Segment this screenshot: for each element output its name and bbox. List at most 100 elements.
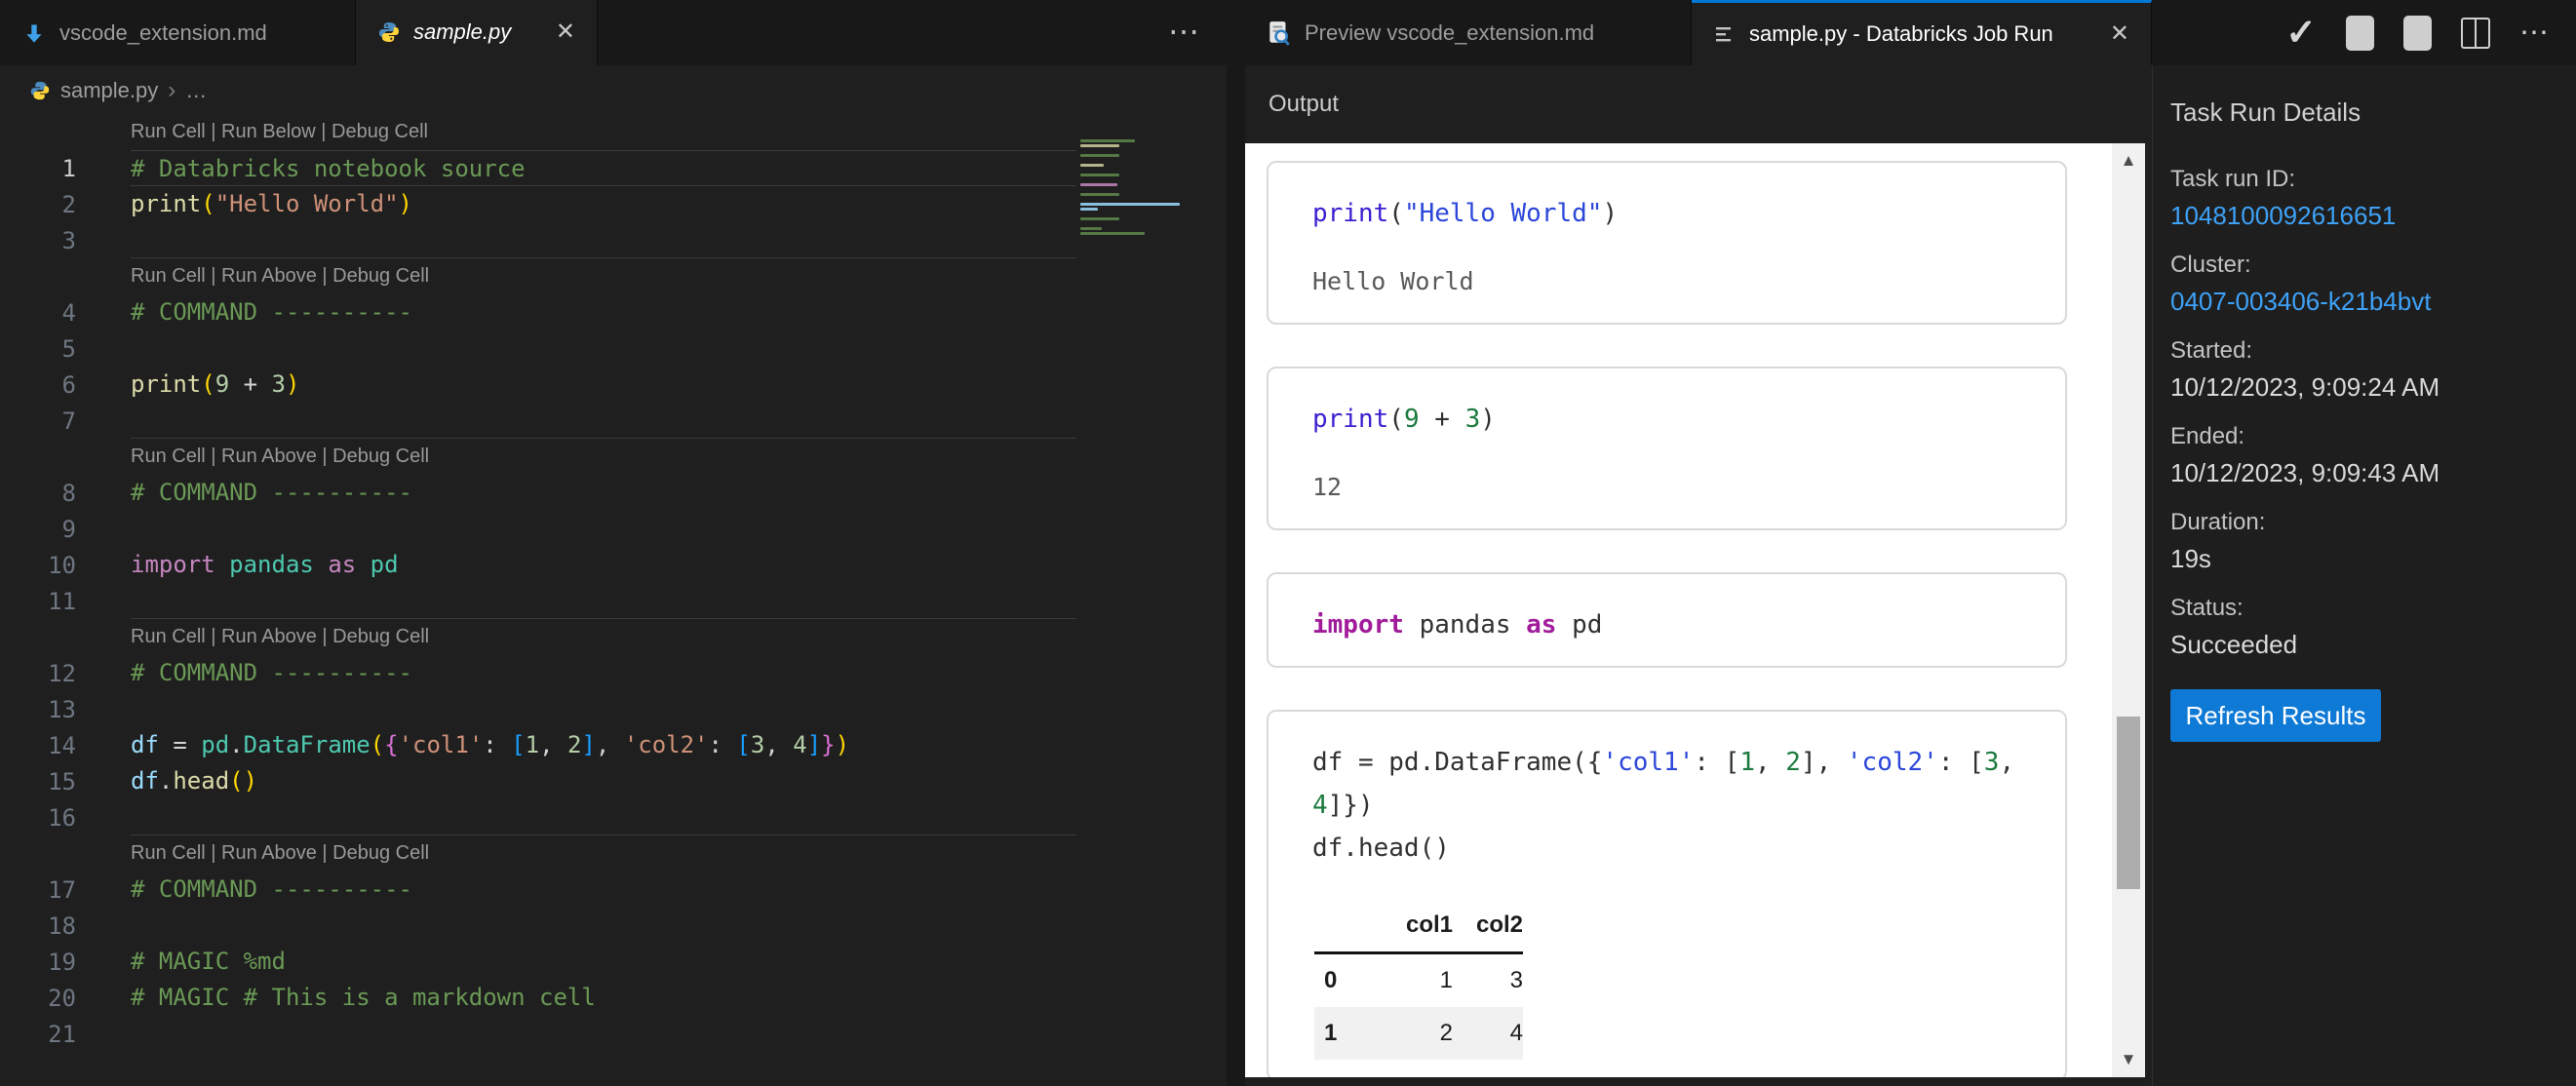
code-text[interactable]: # MAGIC # This is a markdown cell bbox=[131, 980, 1076, 1016]
code-line[interactable]: 9 bbox=[0, 511, 1076, 547]
output-cell: print(9 + 3)12 bbox=[1267, 367, 2067, 530]
minimap-line bbox=[1080, 183, 1117, 186]
line-number: 8 bbox=[0, 480, 76, 507]
code-text[interactable]: # COMMAND ---------- bbox=[131, 475, 1076, 511]
tab-vscode-extension-md[interactable]: vscode_extension.md bbox=[0, 0, 356, 65]
code-text[interactable]: # COMMAND ---------- bbox=[131, 655, 1076, 691]
breadcrumb-symbol-more[interactable]: … bbox=[185, 78, 207, 103]
code-editor[interactable]: Run Cell | Run Below | Debug Cell 1 # Data… bbox=[0, 114, 1076, 1086]
code-line[interactable]: 2print("Hello World") bbox=[0, 186, 1076, 222]
codelens-actions[interactable]: Run Cell | Run Above | Debug Cell bbox=[131, 835, 1076, 872]
code-text[interactable]: import pandas as pd bbox=[131, 547, 1076, 583]
code-text[interactable]: # MAGIC %md bbox=[131, 944, 1076, 980]
square-icon[interactable] bbox=[2403, 16, 2432, 51]
refresh-results-button[interactable]: Refresh Results bbox=[2170, 689, 2381, 742]
minimap[interactable] bbox=[1076, 139, 1188, 276]
code-text[interactable] bbox=[131, 403, 1076, 439]
minimap-line bbox=[1080, 193, 1119, 196]
code-line[interactable]: 10import pandas as pd bbox=[0, 547, 1076, 583]
close-icon[interactable]: ✕ bbox=[556, 20, 575, 44]
code-line[interactable]: 16 bbox=[0, 799, 1076, 835]
code-line[interactable]: 1 # Databricks notebook source bbox=[0, 150, 1076, 186]
scrollbar-thumb[interactable] bbox=[2117, 717, 2140, 889]
minimap-line bbox=[1080, 139, 1135, 142]
code-line[interactable]: 4# COMMAND ---------- bbox=[0, 294, 1076, 330]
code-line[interactable]: 17# COMMAND ---------- bbox=[0, 872, 1076, 908]
table-cell: 3 bbox=[1453, 953, 1523, 1008]
codelens-actions[interactable]: Run Cell | Run Above | Debug Cell bbox=[131, 619, 1076, 655]
codelens-row[interactable]: Run Cell | Run Above | Debug Cell bbox=[0, 835, 1076, 872]
split-editor-icon[interactable] bbox=[2461, 18, 2490, 49]
cell-output-text: Hello World bbox=[1312, 260, 2021, 303]
code-text[interactable] bbox=[131, 908, 1076, 944]
code-line[interactable]: 20# MAGIC # This is a markdown cell bbox=[0, 980, 1076, 1016]
code-text[interactable] bbox=[131, 691, 1076, 727]
editor-group-more-icon[interactable]: ⋯ bbox=[1168, 0, 1201, 62]
codelens-row[interactable]: Run Cell | Run Above | Debug Cell bbox=[0, 258, 1076, 294]
code-line[interactable]: 12# COMMAND ---------- bbox=[0, 655, 1076, 691]
line-number: 15 bbox=[0, 768, 76, 795]
line-number: 13 bbox=[0, 696, 76, 723]
output-scrollbar[interactable]: ▲ ▼ bbox=[2112, 143, 2145, 1077]
chevron-right-icon: › bbox=[168, 77, 176, 104]
task-field-value-link[interactable]: 1048100092616651 bbox=[2170, 196, 2556, 235]
line-number: 1 bbox=[0, 155, 76, 182]
code-text[interactable] bbox=[131, 330, 1076, 367]
code-line[interactable]: 14df = pd.DataFrame({'col1': [1, 2], 'co… bbox=[0, 727, 1076, 763]
code-text[interactable] bbox=[131, 1016, 1076, 1052]
scroll-up-icon[interactable]: ▲ bbox=[2112, 151, 2145, 171]
table-row: 124 bbox=[1314, 1007, 1523, 1060]
code-text[interactable]: print("Hello World") bbox=[131, 186, 1076, 222]
code-line[interactable]: 18 bbox=[0, 908, 1076, 944]
check-icon[interactable]: ✓ bbox=[2285, 15, 2317, 52]
scroll-down-icon[interactable]: ▼ bbox=[2112, 1050, 2145, 1069]
code-text[interactable] bbox=[131, 511, 1076, 547]
code-text[interactable] bbox=[131, 222, 1076, 258]
code-text[interactable]: df = pd.DataFrame({'col1': [1, 2], 'col2… bbox=[131, 727, 1076, 763]
code-text[interactable]: print(9 + 3) bbox=[131, 367, 1076, 403]
code-line[interactable]: 7 bbox=[0, 403, 1076, 439]
code-line[interactable]: 8 # COMMAND ---------- bbox=[0, 475, 1076, 511]
code-line[interactable]: 11 bbox=[0, 583, 1076, 619]
code-line[interactable]: 3 bbox=[0, 222, 1076, 258]
table-cell: 1 bbox=[1383, 953, 1453, 1008]
code-line[interactable]: 21 bbox=[0, 1016, 1076, 1052]
code-line[interactable]: 6print(9 + 3) bbox=[0, 367, 1076, 403]
cell-code-line: import pandas as pd bbox=[1312, 603, 2021, 646]
code-text[interactable]: # COMMAND ---------- bbox=[131, 294, 1076, 330]
codelens-row[interactable]: Run Cell | Run Above | Debug Cell bbox=[0, 439, 1076, 475]
code-text[interactable]: # COMMAND ---------- bbox=[131, 872, 1076, 908]
tab-sample-py[interactable]: sample.py ✕ bbox=[356, 0, 598, 65]
codelens-row[interactable]: Run Cell | Run Above | Debug Cell bbox=[0, 619, 1076, 655]
task-field: Status:Succeeded bbox=[2170, 592, 2556, 664]
cell-code-line: df = pd.DataFrame({'col1': [1, 2], 'col2… bbox=[1312, 741, 2021, 784]
cell-code-line: print(9 + 3) bbox=[1312, 398, 2021, 441]
more-actions-icon[interactable]: ⋯ bbox=[2519, 19, 2551, 48]
tab-preview-vscode-extension-md[interactable]: Preview vscode_extension.md bbox=[1245, 0, 1692, 65]
code-text[interactable] bbox=[131, 583, 1076, 619]
markdown-down-arrow-icon bbox=[21, 20, 47, 46]
codelens-row[interactable]: Run Cell | Run Below | Debug Cell bbox=[0, 114, 1076, 150]
codelens-actions[interactable]: Run Cell | Run Above | Debug Cell bbox=[131, 439, 1076, 475]
task-field-value-link[interactable]: 0407-003406-k21b4bvt bbox=[2170, 282, 2556, 321]
editor-group-sash[interactable] bbox=[1227, 65, 1245, 1086]
code-text[interactable]: df.head() bbox=[131, 763, 1076, 799]
codelens-actions[interactable]: Run Cell | Run Below | Debug Cell bbox=[131, 114, 1076, 150]
code-line[interactable]: 5 bbox=[0, 330, 1076, 367]
output-results-area: print("Hello World")Hello Worldprint(9 +… bbox=[1245, 143, 2145, 1077]
code-line[interactable]: 19# MAGIC %md bbox=[0, 944, 1076, 980]
codelens-actions[interactable]: Run Cell | Run Above | Debug Cell bbox=[131, 258, 1076, 294]
task-field-label: Status: bbox=[2170, 592, 2556, 625]
breadcrumb-file[interactable]: sample.py bbox=[60, 78, 158, 103]
breadcrumb[interactable]: sample.py › … bbox=[29, 73, 207, 108]
code-line[interactable]: 13 bbox=[0, 691, 1076, 727]
tab-sample-py-databricks-job-run[interactable]: sample.py - Databricks Job Run ✕ bbox=[1692, 0, 2152, 65]
task-run-details-title: Task Run Details bbox=[2170, 95, 2556, 130]
code-text[interactable]: # Databricks notebook source bbox=[131, 150, 1076, 186]
square-icon[interactable] bbox=[2346, 16, 2374, 51]
table-cell: 4 bbox=[1453, 1007, 1523, 1060]
code-line[interactable]: 15 df.head() bbox=[0, 763, 1076, 799]
close-icon[interactable]: ✕ bbox=[2110, 22, 2129, 46]
code-text[interactable] bbox=[131, 799, 1076, 835]
task-field-label: Ended: bbox=[2170, 420, 2556, 453]
